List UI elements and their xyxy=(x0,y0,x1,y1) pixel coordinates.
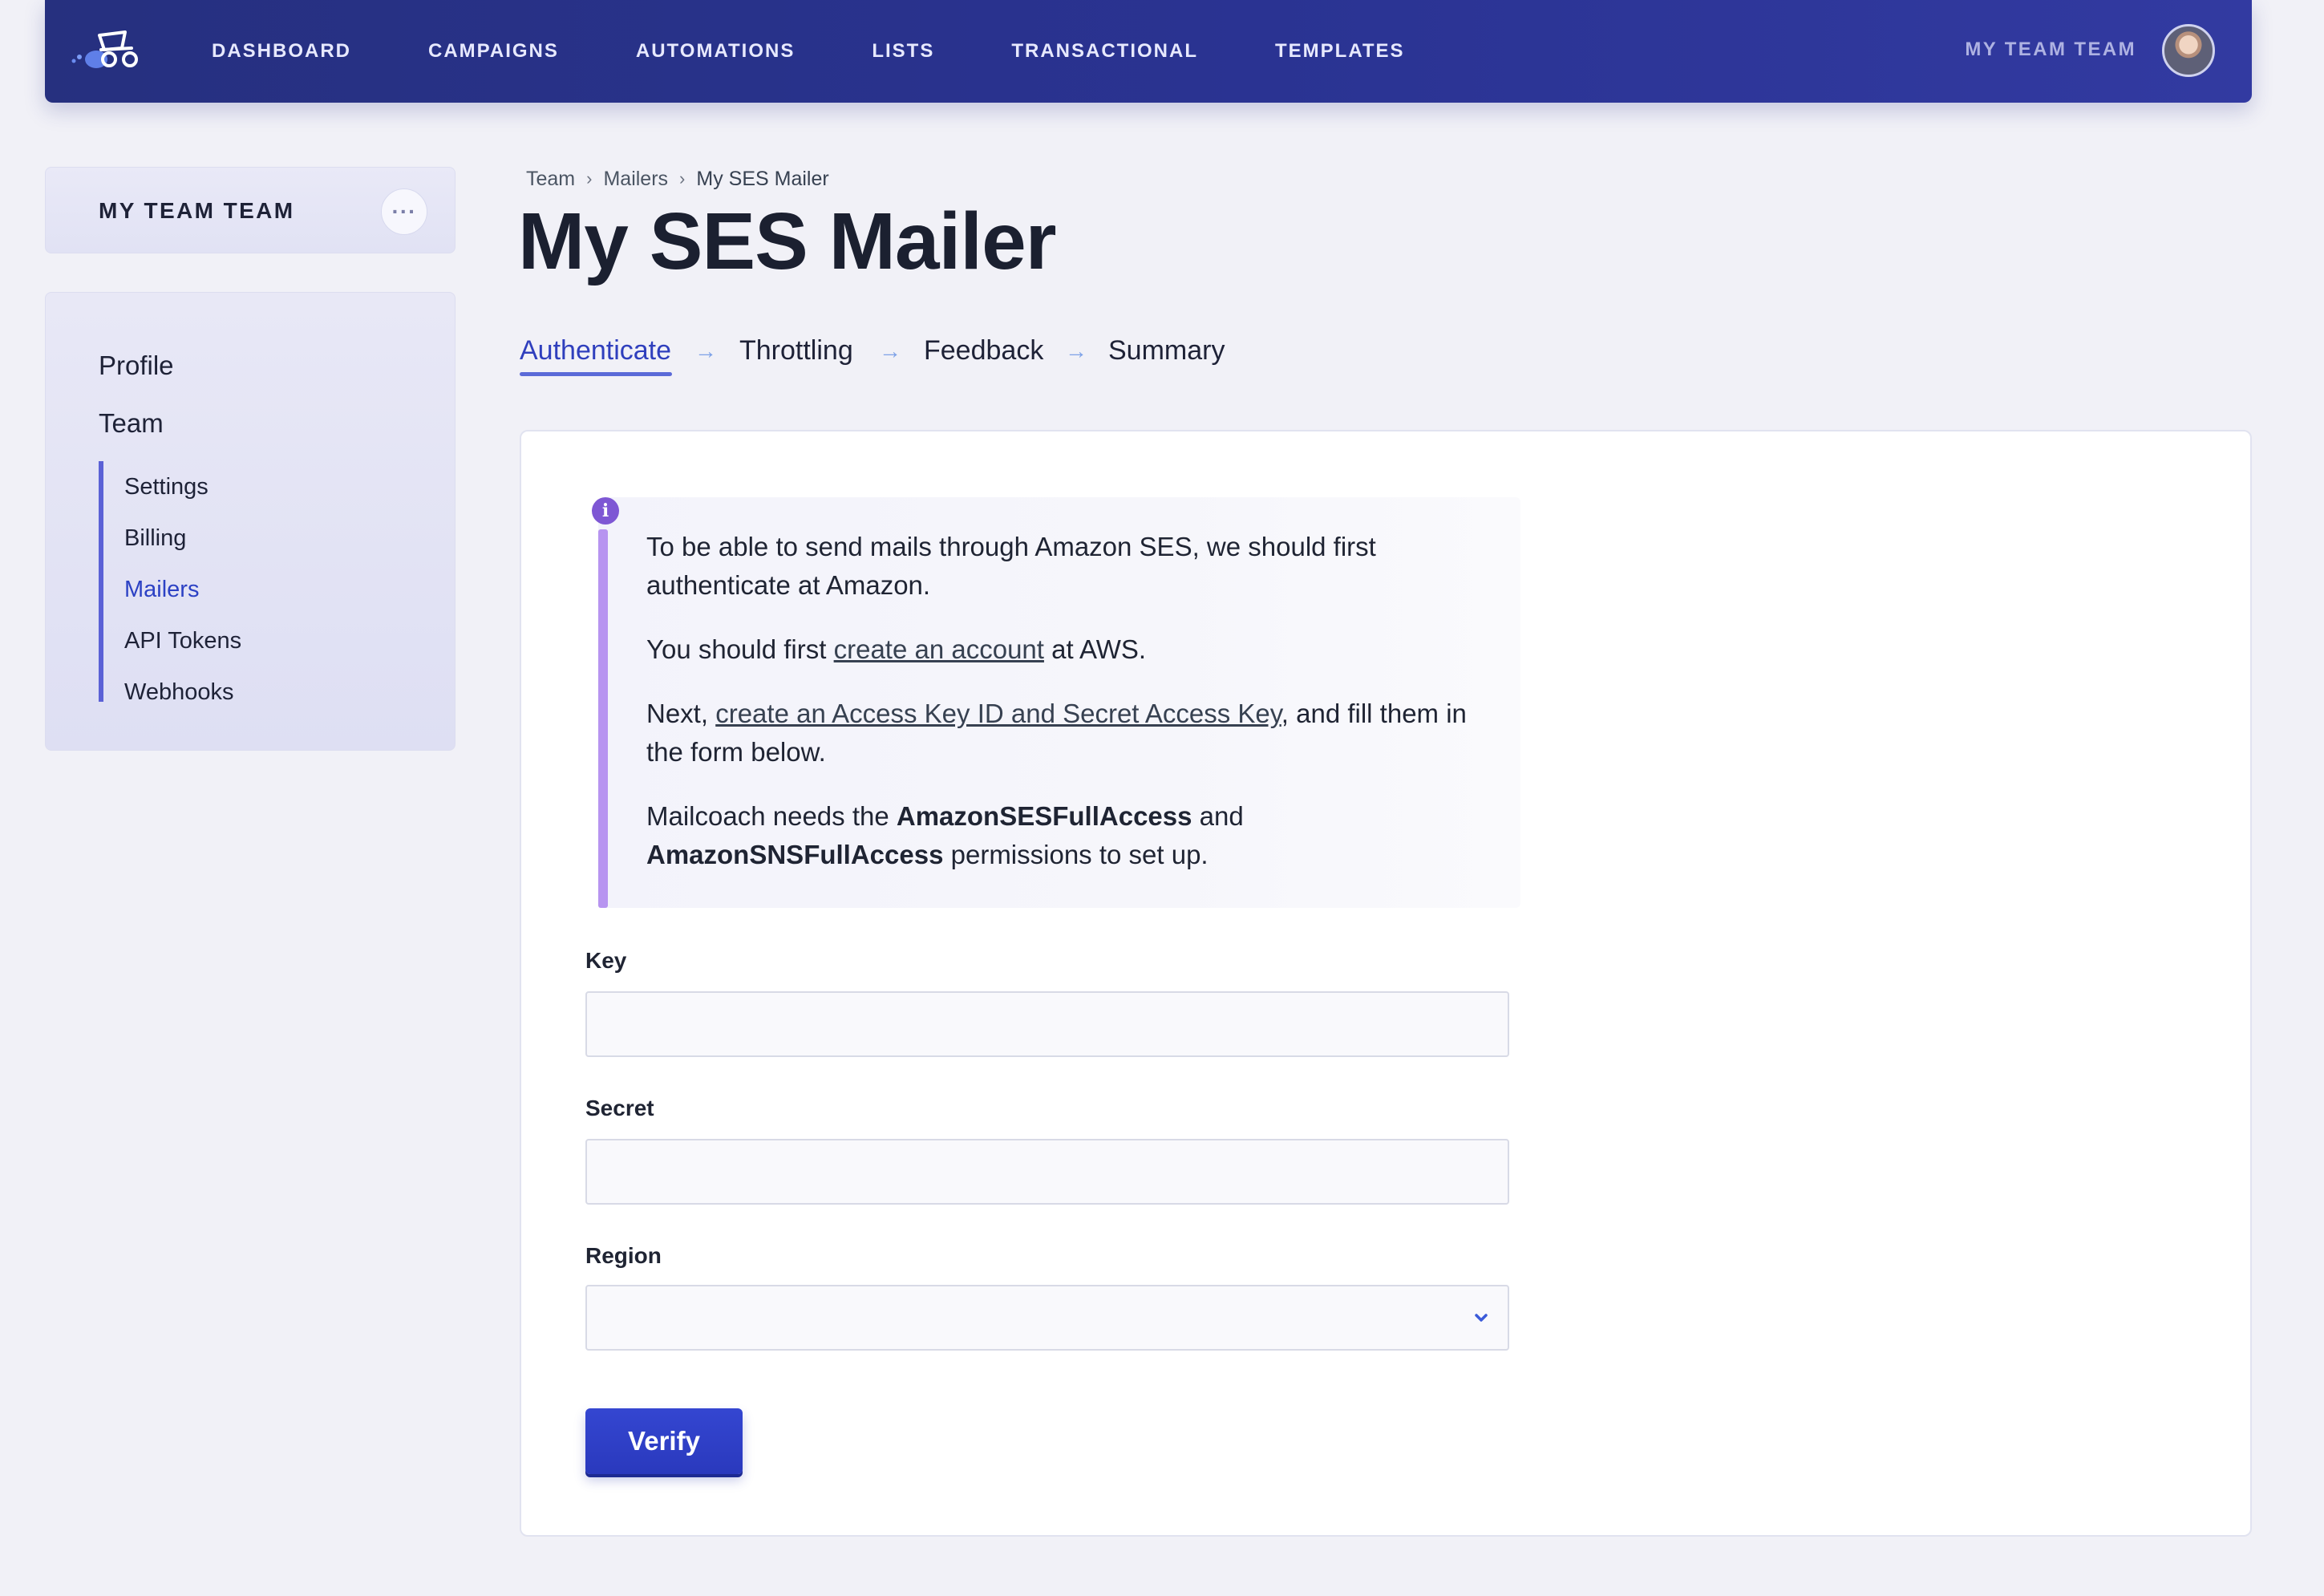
arrow-right-icon: → xyxy=(1065,338,1087,363)
info-text: To be able to send mails through Amazon … xyxy=(646,528,1496,900)
info-text-span: Mailcoach needs the xyxy=(646,801,897,831)
sidebar-item-mailers[interactable]: Mailers xyxy=(124,577,199,603)
info-paragraph: You should first create an account at AW… xyxy=(646,630,1496,669)
chevron-down-icon xyxy=(1475,1314,1488,1322)
create-access-key-link[interactable]: create an Access Key ID and Secret Acces… xyxy=(715,699,1281,728)
key-label: Key xyxy=(585,948,627,973)
breadcrumb: Team › Mailers › My SES Mailer xyxy=(526,167,829,191)
sidebar-item-api-tokens[interactable]: API Tokens xyxy=(124,628,241,654)
permission-sns: AmazonSNSFullAccess xyxy=(646,840,944,869)
nav-team-name[interactable]: MY TEAM TEAM xyxy=(1965,38,2136,61)
create-account-link[interactable]: create an account xyxy=(834,634,1044,664)
info-callout: i To be able to send mails through Amazo… xyxy=(592,497,1520,908)
nav-transactional[interactable]: TRANSACTIONAL xyxy=(1011,40,1198,63)
secret-input[interactable] xyxy=(585,1139,1509,1205)
page-title: My SES Mailer xyxy=(518,196,1057,286)
key-input[interactable] xyxy=(585,991,1509,1057)
chevron-right-icon: › xyxy=(679,168,686,188)
team-card: MY TEAM TEAM ··· xyxy=(45,167,455,253)
arrow-right-icon: → xyxy=(694,338,717,363)
step-throttling[interactable]: Throttling xyxy=(739,335,853,367)
secret-label: Secret xyxy=(585,1096,654,1120)
nav-templates[interactable]: TEMPLATES xyxy=(1275,40,1405,63)
breadcrumb-team[interactable]: Team xyxy=(526,168,575,191)
top-nav: DASHBOARD CAMPAIGNS AUTOMATIONS LISTS TR… xyxy=(45,0,2252,103)
info-text-span: Next, xyxy=(646,699,716,728)
authenticate-card: i To be able to send mails through Amazo… xyxy=(520,430,2252,1537)
chevron-right-icon: › xyxy=(586,168,593,188)
arrow-right-icon: → xyxy=(879,338,901,363)
more-dots-icon[interactable]: ··· xyxy=(381,188,427,235)
info-text-span: at AWS. xyxy=(1043,634,1147,664)
nav-items: DASHBOARD CAMPAIGNS AUTOMATIONS LISTS TR… xyxy=(212,0,1482,103)
mailcoach-logo-icon[interactable] xyxy=(69,24,146,75)
sidebar-item-settings[interactable]: Settings xyxy=(124,474,209,500)
avatar[interactable] xyxy=(2162,24,2215,77)
team-card-title: MY TEAM TEAM xyxy=(99,198,295,223)
sidebar-item-billing[interactable]: Billing xyxy=(124,525,186,552)
nav-lists[interactable]: LISTS xyxy=(872,40,934,63)
settings-sidebar: Profile Team Settings Billing Mailers AP… xyxy=(45,292,455,751)
sidebar-item-profile[interactable]: Profile xyxy=(99,350,174,381)
sidebar-item-webhooks[interactable]: Webhooks xyxy=(124,679,234,706)
info-text-span: and xyxy=(1192,801,1244,831)
nav-automations[interactable]: AUTOMATIONS xyxy=(636,40,795,63)
team-submenu: Settings Billing Mailers API Tokens Webh… xyxy=(99,461,403,705)
sidebar-item-team[interactable]: Team xyxy=(99,408,164,439)
info-accent-bar xyxy=(598,529,608,908)
nav-campaigns[interactable]: CAMPAIGNS xyxy=(428,40,559,63)
breadcrumb-mailers[interactable]: Mailers xyxy=(603,168,668,191)
verify-button[interactable]: Verify xyxy=(585,1408,743,1474)
permission-ses: AmazonSESFullAccess xyxy=(896,801,1192,831)
info-text-span: You should first xyxy=(646,634,834,664)
step-authenticate[interactable]: Authenticate xyxy=(520,335,671,367)
step-summary[interactable]: Summary xyxy=(1108,335,1225,367)
step-feedback[interactable]: Feedback xyxy=(924,335,1043,367)
info-text-span: permissions to set up. xyxy=(943,840,1209,869)
active-step-underline xyxy=(520,372,672,376)
nav-dashboard[interactable]: DASHBOARD xyxy=(212,40,351,63)
info-paragraph: Mailcoach needs the AmazonSESFullAccess … xyxy=(646,797,1496,874)
breadcrumb-current: My SES Mailer xyxy=(696,167,829,190)
info-icon: i xyxy=(592,497,619,525)
region-label: Region xyxy=(585,1243,662,1268)
region-select[interactable] xyxy=(585,1285,1509,1351)
info-paragraph: Next, create an Access Key ID and Secret… xyxy=(646,695,1496,772)
info-paragraph: To be able to send mails through Amazon … xyxy=(646,532,1376,600)
